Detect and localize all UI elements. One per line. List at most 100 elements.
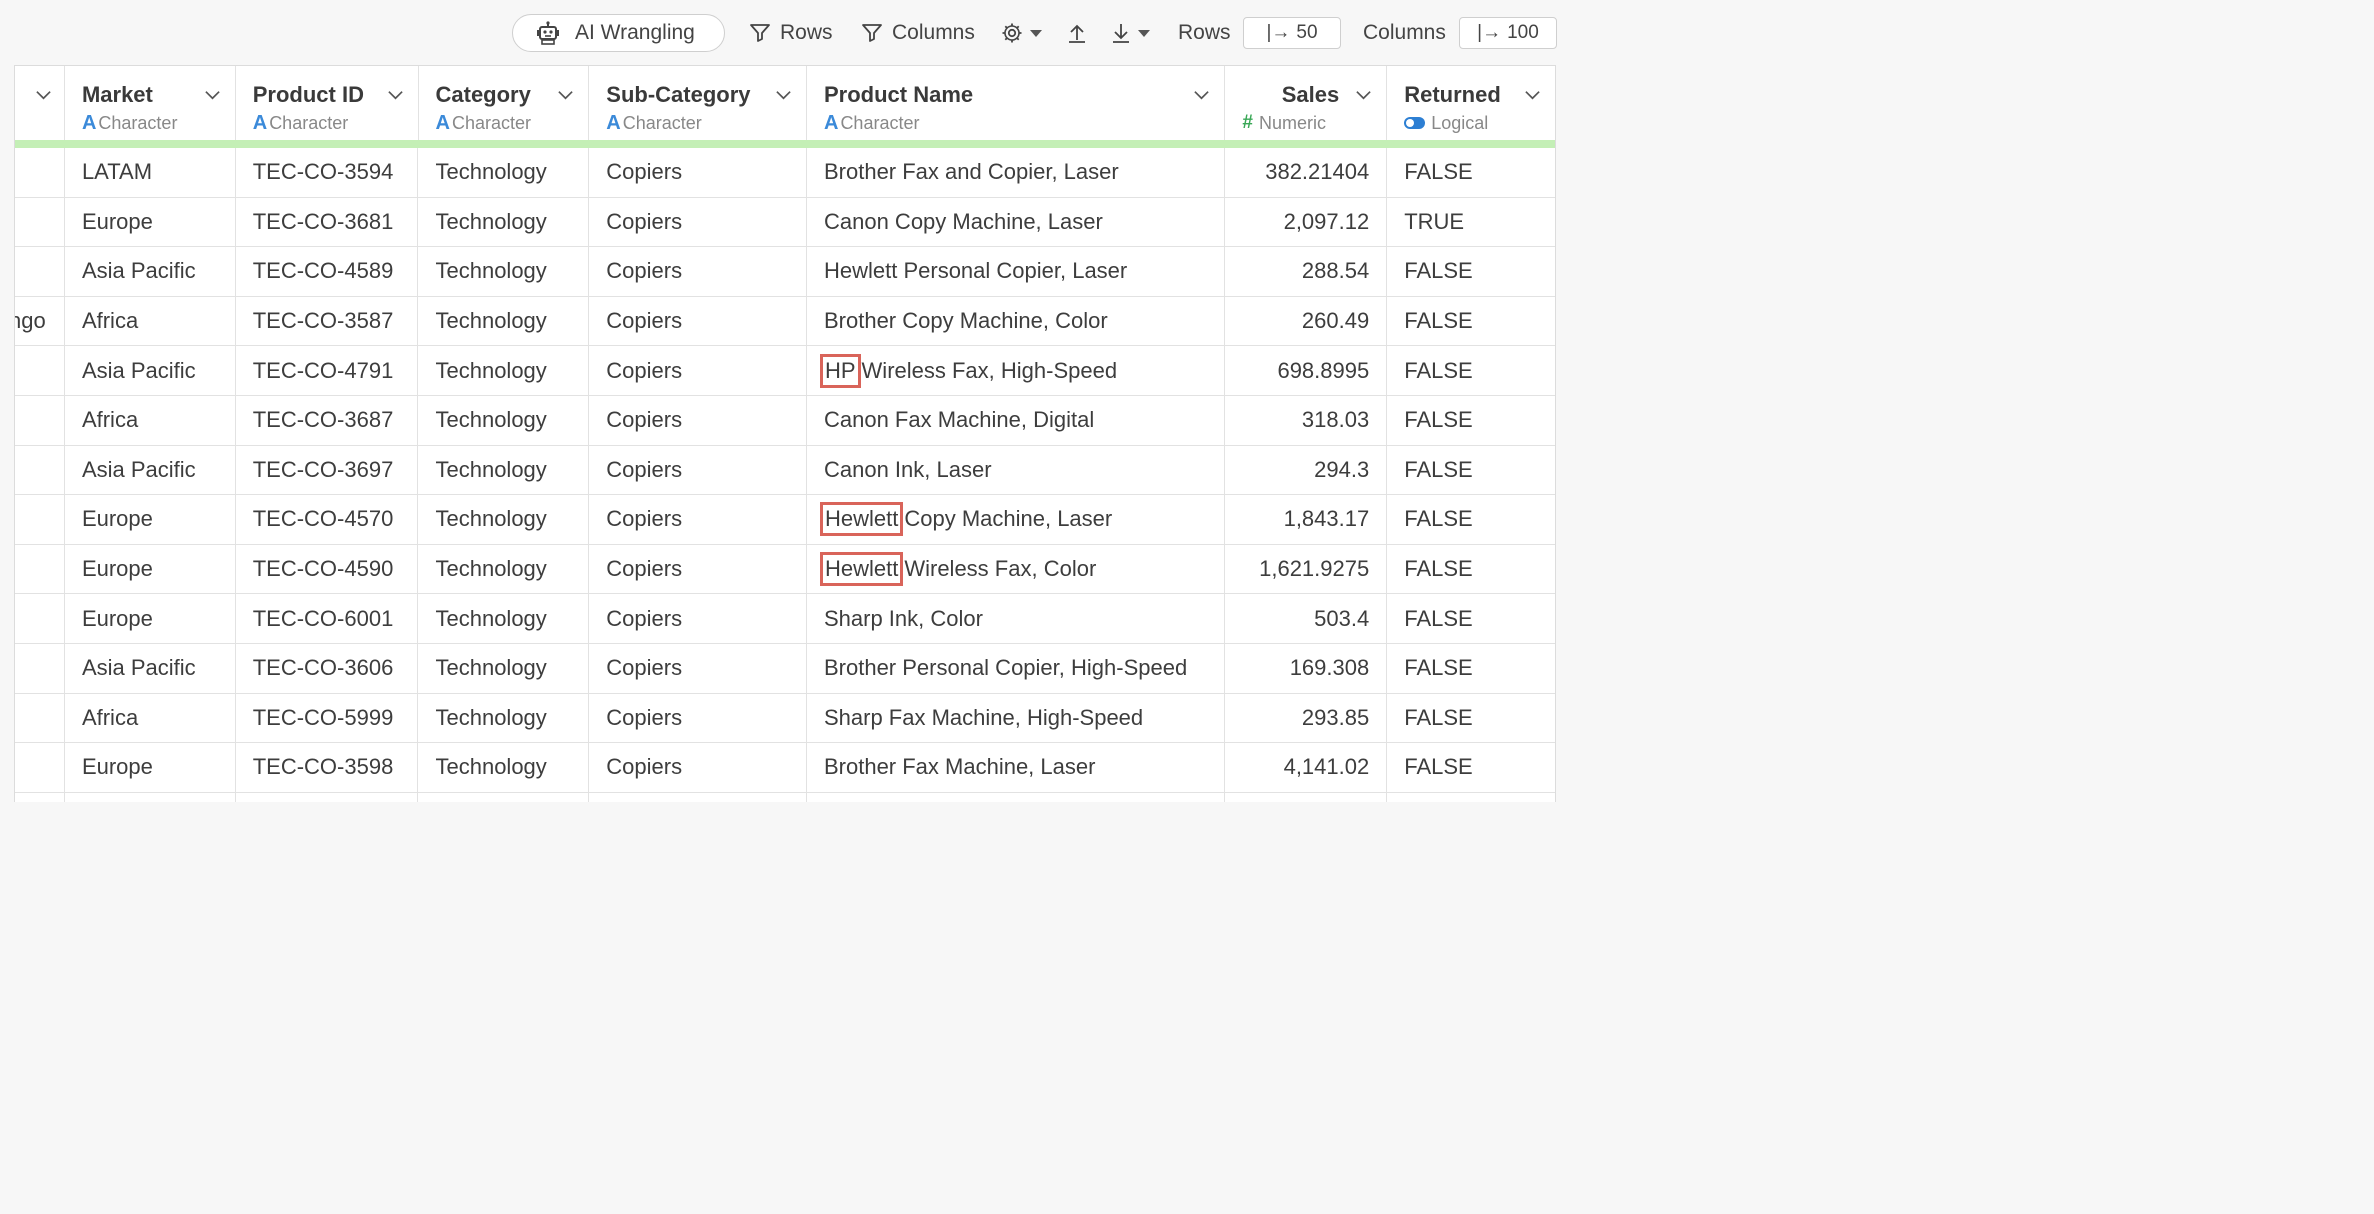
cell-category[interactable]: Technology [418, 643, 590, 693]
cell-product-id[interactable]: TEC-CO-3697 [236, 445, 419, 495]
cell-category[interactable]: Technology [418, 495, 590, 544]
cell-prev[interactable] [15, 197, 65, 247]
cell-sales[interactable]: 1,843.17 [1225, 495, 1388, 544]
cell-sub-category[interactable]: Copiers [589, 148, 807, 197]
cell-sub-category[interactable]: Copiers [589, 197, 807, 247]
cell-category[interactable]: Technology [418, 395, 590, 445]
cell-product-id[interactable]: TEC-CO-4791 [236, 346, 419, 395]
cell-sub-category[interactable]: Copiers [589, 247, 807, 296]
chevron-down-icon[interactable] [557, 86, 574, 103]
cell-returned[interactable]: TRUE [1387, 198, 1555, 247]
cell-prev[interactable] [15, 743, 65, 792]
cell-product-id[interactable]: TEC-CO-3594 [236, 148, 419, 197]
cell-market[interactable]: Africa [65, 395, 236, 445]
cell-product-name[interactable]: Canon Fax Machine, Digital [807, 395, 1226, 445]
cell-sales[interactable]: 293.85 [1225, 693, 1388, 743]
cell-returned[interactable]: FALSE [1387, 694, 1555, 743]
cell-market[interactable]: Asia Pacific [65, 247, 236, 296]
column-header-sales[interactable]: Sales # Numeric [1225, 66, 1388, 140]
cell-category[interactable]: Technology [418, 594, 590, 643]
export-button[interactable] [1066, 14, 1088, 52]
chevron-down-icon[interactable] [35, 86, 52, 103]
cell-product-id[interactable]: TEC-CO-4590 [236, 544, 419, 594]
cell-sales[interactable]: 169.308 [1225, 643, 1388, 693]
cell-prev[interactable] [15, 346, 65, 395]
cell-prev[interactable] [15, 445, 65, 495]
cell-returned[interactable]: FALSE [1387, 346, 1555, 395]
cell-sales[interactable]: 1,621.9275 [1225, 544, 1388, 594]
column-header-returned[interactable]: Returned Logical [1387, 66, 1555, 140]
cell-product-name[interactable]: Brother Copy Machine, Color [807, 296, 1226, 346]
cell-market[interactable]: Africa [65, 693, 236, 743]
cell-product-id[interactable]: TEC-CO-5999 [236, 693, 419, 743]
cell-prev[interactable] [15, 148, 65, 197]
cell-sub-category[interactable]: Copiers [589, 544, 807, 594]
cell-product-name[interactable]: Hewlett Copy Machine, Laser [807, 495, 1226, 544]
cell-prev[interactable] [15, 544, 65, 594]
import-menu-button[interactable] [1110, 14, 1150, 52]
ai-wrangling-button[interactable]: AI Wrangling [512, 14, 725, 52]
cell-market[interactable]: Europe [65, 495, 236, 544]
cell-product-name[interactable]: Brother Fax and Copier, Laser [807, 148, 1226, 197]
cell-category[interactable]: Technology [418, 197, 590, 247]
cell-returned[interactable]: FALSE [1387, 495, 1555, 544]
cell-sub-category[interactable]: Copiers [589, 594, 807, 643]
cell-returned[interactable]: FALSE [1387, 594, 1555, 643]
cell-product-name[interactable]: Brother Personal Copier, High-Speed [807, 643, 1226, 693]
cell-market[interactable]: Europe [65, 544, 236, 594]
cell-product-name[interactable]: Hewlett Personal Copier, Laser [807, 247, 1226, 296]
cell-market[interactable]: Europe [65, 594, 236, 643]
chevron-down-icon[interactable] [204, 86, 221, 103]
cell-returned[interactable]: FALSE [1387, 247, 1555, 296]
cell-returned[interactable]: FALSE [1387, 644, 1555, 693]
cell-category[interactable]: Technology [418, 148, 590, 197]
cell-returned[interactable]: FALSE [1387, 297, 1555, 346]
cell-market[interactable]: Africa [65, 296, 236, 346]
cell-product-id[interactable]: TEC-CO-3598 [236, 743, 419, 792]
cell-returned[interactable]: FALSE [1387, 446, 1555, 495]
cell-prev[interactable] [15, 495, 65, 544]
cell-category[interactable]: Technology [418, 544, 590, 594]
cell-sub-category[interactable] [589, 792, 807, 802]
cell-market[interactable]: LATAM [65, 148, 236, 197]
chevron-down-icon[interactable] [1355, 86, 1372, 103]
column-header-market[interactable]: Market A Character [65, 66, 236, 140]
cell-product-name[interactable]: Hewlett Wireless Fax, Color [807, 544, 1226, 594]
rows-count-input[interactable]: |→ 50 [1243, 17, 1341, 49]
cell-sub-category[interactable]: Copiers [589, 296, 807, 346]
cell-product-id[interactable]: TEC-CO-3687 [236, 395, 419, 445]
cell-product-id[interactable]: TEC-CO-3587 [236, 296, 419, 346]
cell-sub-category[interactable]: Copiers [589, 495, 807, 544]
columns-count-input[interactable]: |→ 100 [1459, 17, 1557, 49]
cell-product-name[interactable]: Canon Copy Machine, Laser [807, 197, 1226, 247]
column-header-sub-category[interactable]: Sub-Category A Character [589, 66, 807, 140]
cell-sales[interactable]: 294.3 [1225, 445, 1388, 495]
chevron-down-icon[interactable] [1193, 86, 1210, 103]
chevron-down-icon[interactable] [775, 86, 792, 103]
cell-prev[interactable] [15, 693, 65, 743]
cell-market[interactable]: Europe [65, 197, 236, 247]
cell-prev[interactable] [15, 792, 65, 802]
cell-product-id[interactable]: TEC-CO-4589 [236, 247, 419, 296]
chevron-down-icon[interactable] [1524, 86, 1541, 103]
column-header-prev[interactable] [15, 66, 65, 140]
cell-prev[interactable]: ngo [15, 296, 65, 346]
cell-sub-category[interactable]: Copiers [589, 743, 807, 792]
cell-prev[interactable] [15, 594, 65, 643]
cell-product-name[interactable]: Brother Fax Machine, Laser [807, 743, 1226, 792]
cell-sales[interactable]: 503.4 [1225, 594, 1388, 643]
cell-category[interactable]: Technology [418, 693, 590, 743]
cell-prev[interactable] [15, 247, 65, 296]
cell-market[interactable]: Asia Pacific [65, 445, 236, 495]
cell-product-name[interactable]: Sharp Fax Machine, High-Speed [807, 693, 1226, 743]
settings-menu-button[interactable] [1000, 14, 1042, 52]
cell-sales[interactable]: 698.8995 [1225, 346, 1388, 395]
cell-returned[interactable]: FALSE [1387, 545, 1555, 594]
cell-returned[interactable] [1387, 793, 1555, 802]
cell-returned[interactable]: FALSE [1387, 743, 1555, 792]
cell-market[interactable] [65, 792, 236, 802]
cell-product-id[interactable]: TEC-CO-3606 [236, 643, 419, 693]
cell-sales[interactable]: 318.03 [1225, 395, 1388, 445]
cell-product-name[interactable]: Sharp Ink, Color [807, 594, 1226, 643]
cell-product-name[interactable]: HP Wireless Fax, High-Speed [807, 346, 1226, 395]
